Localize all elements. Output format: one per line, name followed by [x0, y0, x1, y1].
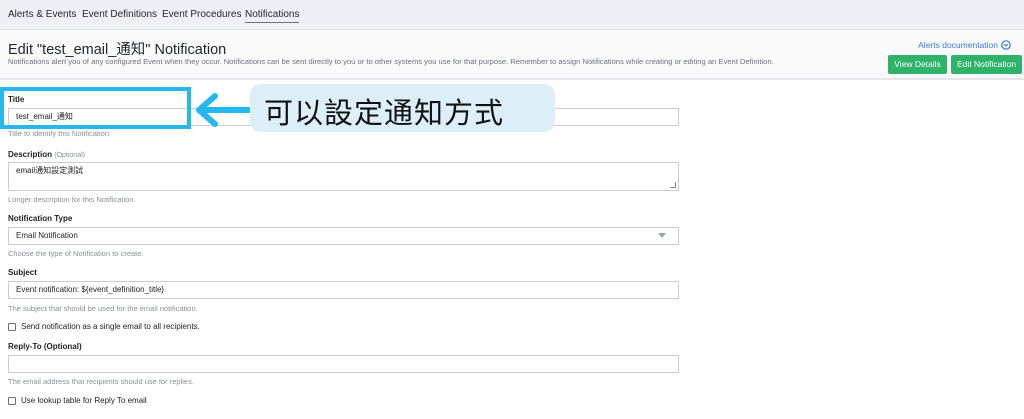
resize-handle-icon[interactable] — [670, 182, 676, 188]
chevron-down-icon — [658, 233, 666, 238]
page-header: Edit "test_email_通知" Notification Notifi… — [0, 30, 1024, 80]
tab-event-procedures[interactable]: Event Procedures — [162, 9, 242, 20]
notification-type-select[interactable]: Email Notification — [8, 227, 679, 245]
lookup-option[interactable]: Use lookup table for Reply To email — [8, 396, 147, 405]
single-email-option[interactable]: Send notification as a single email to a… — [8, 322, 200, 331]
subject-help: The subject that should be used for the … — [8, 304, 198, 313]
title-highlight-box — [0, 87, 191, 129]
single-email-checkbox[interactable] — [8, 322, 16, 331]
annotation-callout: 可以設定通知方式 — [250, 84, 555, 132]
notification-type-help: Choose the type of Notification to creat… — [8, 249, 144, 258]
lookup-label[interactable]: Use lookup table for Reply To email — [21, 396, 147, 405]
description-optional: (Optional) — [54, 152, 85, 159]
view-details-button[interactable]: View Details — [888, 55, 947, 74]
docs-link-label[interactable]: Alerts documentation — [918, 40, 998, 50]
reply-to-label: Reply-To (Optional) — [8, 342, 82, 351]
arrow-left-icon — [196, 93, 252, 127]
subject-input[interactable]: Event notification: ${event_definition_t… — [8, 281, 679, 299]
annotation-text: 可以設定通知方式 — [264, 98, 505, 130]
description-label: Description (Optional) — [8, 150, 85, 159]
title-help: Title to identify this Notification. — [8, 129, 112, 138]
reply-to-input[interactable] — [8, 355, 679, 373]
top-navigation: Alerts & Events Event Definitions Event … — [0, 0, 1024, 30]
tab-alerts-events[interactable]: Alerts & Events — [8, 9, 76, 20]
lookup-checkbox[interactable] — [8, 396, 16, 405]
notification-type-label: Notification Type — [8, 214, 73, 223]
tab-notifications[interactable]: Notifications — [245, 9, 300, 23]
description-value: email通知設定測試 — [16, 166, 84, 175]
alerts-documentation-link[interactable]: Alerts documentation — [918, 40, 1011, 50]
reply-to-help: The email address that recipients should… — [8, 377, 194, 386]
description-help: Longer description for this Notification… — [8, 195, 136, 204]
description-textarea[interactable]: email通知設定測試 — [8, 162, 679, 191]
description-label-text: Description — [8, 150, 53, 159]
page-title: Edit "test_email_通知" Notification — [8, 42, 227, 58]
subject-label: Subject — [8, 268, 37, 277]
notification-type-value: Email Notification — [16, 231, 78, 240]
info-icon — [1001, 40, 1011, 50]
tab-event-definitions[interactable]: Event Definitions — [82, 9, 157, 20]
single-email-label[interactable]: Send notification as a single email to a… — [21, 322, 200, 331]
edit-notification-button[interactable]: Edit Notification — [951, 55, 1022, 74]
page-description: Notifications alert you of any configure… — [8, 57, 774, 66]
